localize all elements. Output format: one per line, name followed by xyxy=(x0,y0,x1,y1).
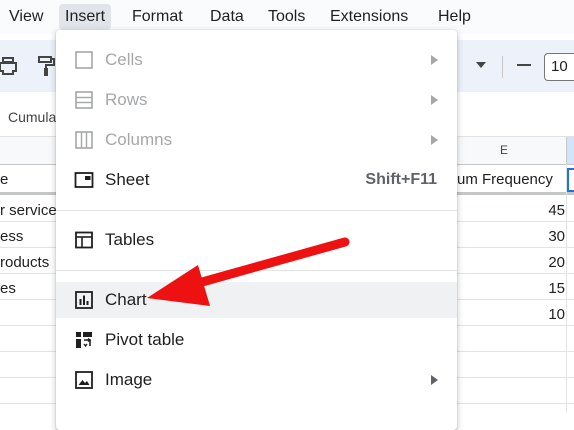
menu-item-label: Pivot table xyxy=(105,330,185,349)
menu-item-rows[interactable]: Rows xyxy=(56,82,457,118)
rows-icon xyxy=(75,91,93,109)
chevron-right-icon xyxy=(431,375,438,385)
paint-format-icon[interactable] xyxy=(34,54,58,78)
table-row-1-value[interactable]: 45 xyxy=(548,202,565,219)
chevron-right-icon xyxy=(431,95,438,105)
print-icon[interactable] xyxy=(0,54,20,78)
menu-view[interactable]: View xyxy=(3,4,49,30)
menu-help[interactable]: Help xyxy=(432,4,477,30)
table-row-1-label[interactable]: r service xyxy=(0,202,57,219)
table-row-5-value[interactable]: 10 xyxy=(548,306,565,323)
menu-divider xyxy=(56,270,457,271)
table-row-3-value[interactable]: 20 xyxy=(548,254,565,271)
menu-item-columns[interactable]: Columns xyxy=(56,122,457,158)
menu-item-tables[interactable]: Tables xyxy=(56,222,457,258)
insert-menu: Cells Rows Columns Sheet Shift+F11 Table… xyxy=(56,30,457,430)
menu-item-label: Columns xyxy=(105,130,173,149)
toolbar-divider xyxy=(502,56,503,78)
name-box[interactable]: Cumula xyxy=(8,109,56,125)
table-row-4-label[interactable]: es xyxy=(0,280,16,297)
column-e-header[interactable]: E xyxy=(500,143,508,157)
menu-item-cells[interactable]: Cells xyxy=(56,42,457,78)
menu-insert[interactable]: Insert xyxy=(59,4,112,30)
menu-data[interactable]: Data xyxy=(204,4,250,30)
menu-item-label: Cells xyxy=(105,50,143,69)
table-row-3-label[interactable]: roducts xyxy=(0,254,49,271)
menu-item-label: Chart xyxy=(105,290,147,309)
selected-cell[interactable] xyxy=(567,168,574,192)
menu-bar: View Insert Format Data Tools Extensions… xyxy=(0,0,574,34)
table-row-4-value[interactable]: 15 xyxy=(548,280,565,297)
menu-item-label: Image xyxy=(105,370,153,389)
chevron-down-icon[interactable] xyxy=(476,62,486,68)
cell-e-header[interactable]: um Frequency xyxy=(457,171,553,188)
column-divider xyxy=(566,164,567,412)
menu-format[interactable]: Format xyxy=(126,4,189,30)
menu-item-image[interactable]: Image xyxy=(56,362,457,398)
menu-item-chart[interactable]: Chart xyxy=(56,282,457,318)
selected-column-header[interactable] xyxy=(567,137,574,164)
menu-item-label: Sheet xyxy=(105,170,150,189)
chevron-right-icon xyxy=(431,55,438,65)
table-row-2-label[interactable]: ess xyxy=(0,228,23,245)
image-icon xyxy=(75,371,93,389)
decrease-font-size-icon[interactable] xyxy=(517,64,531,66)
menu-item-sheet[interactable]: Sheet Shift+F11 xyxy=(56,162,457,198)
menu-divider xyxy=(56,210,457,211)
cell-a-header[interactable]: e xyxy=(0,171,8,188)
cells-icon xyxy=(75,51,93,69)
sheet-icon xyxy=(74,172,94,188)
menu-item-label: Tables xyxy=(105,230,155,249)
table-icon xyxy=(75,231,93,249)
pivot-table-icon xyxy=(76,332,92,348)
chart-icon xyxy=(75,291,93,309)
font-size-input[interactable]: 10 xyxy=(544,53,574,81)
columns-icon xyxy=(75,131,93,149)
menu-item-pivot-table[interactable]: Pivot table xyxy=(56,322,457,358)
chevron-right-icon xyxy=(431,135,438,145)
menu-extensions[interactable]: Extensions xyxy=(324,4,414,30)
table-row-2-value[interactable]: 30 xyxy=(548,228,565,245)
keyboard-shortcut: Shift+F11 xyxy=(365,171,437,188)
menu-item-label: Rows xyxy=(105,90,148,109)
menu-tools[interactable]: Tools xyxy=(262,4,311,30)
